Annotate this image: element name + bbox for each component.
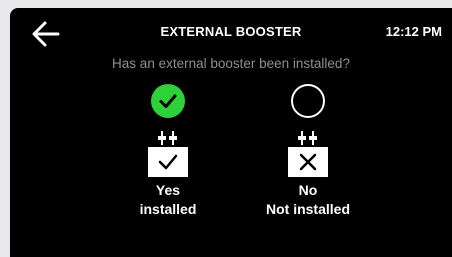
option-no-label: No bbox=[298, 182, 318, 198]
option-yes-label: Yes bbox=[155, 182, 181, 198]
plug-icon bbox=[158, 131, 177, 145]
option-no-sublabel: Not installed bbox=[265, 201, 350, 217]
check-circle-icon[interactable] bbox=[151, 84, 185, 118]
clock: 12:12 PM bbox=[385, 24, 442, 39]
screen: EXTERNAL BOOSTER 12:12 PM Has an externa… bbox=[10, 8, 452, 257]
x-box-icon bbox=[288, 147, 328, 177]
question-text: Has an external booster been installed? bbox=[112, 56, 350, 71]
option-yes-sublabel: installed bbox=[139, 201, 197, 217]
option-yes[interactable]: Yes installed bbox=[108, 84, 228, 234]
empty-circle-icon[interactable] bbox=[291, 84, 325, 118]
option-no[interactable]: No Not installed bbox=[248, 84, 368, 234]
device-frame: EXTERNAL BOOSTER 12:12 PM Has an externa… bbox=[0, 0, 452, 257]
header: EXTERNAL BOOSTER 12:12 PM bbox=[10, 8, 452, 54]
checkmark-box-icon bbox=[148, 147, 188, 177]
plug-icon bbox=[298, 131, 317, 145]
